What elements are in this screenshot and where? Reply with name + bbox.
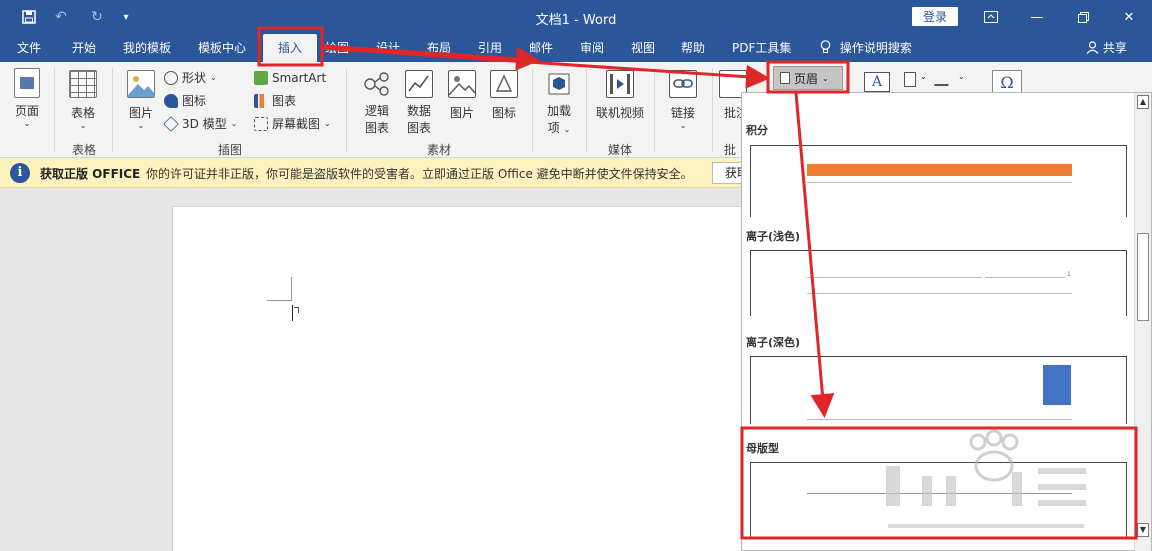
arrow-line [321,44,540,71]
arrow-to-header-button [321,46,770,89]
highlight-header-button [766,60,850,94]
annotation-overlay [257,26,1138,540]
highlight-master-header [740,426,1138,540]
highlight-insert-tab [257,26,324,67]
arrow-to-master-header [794,92,835,418]
